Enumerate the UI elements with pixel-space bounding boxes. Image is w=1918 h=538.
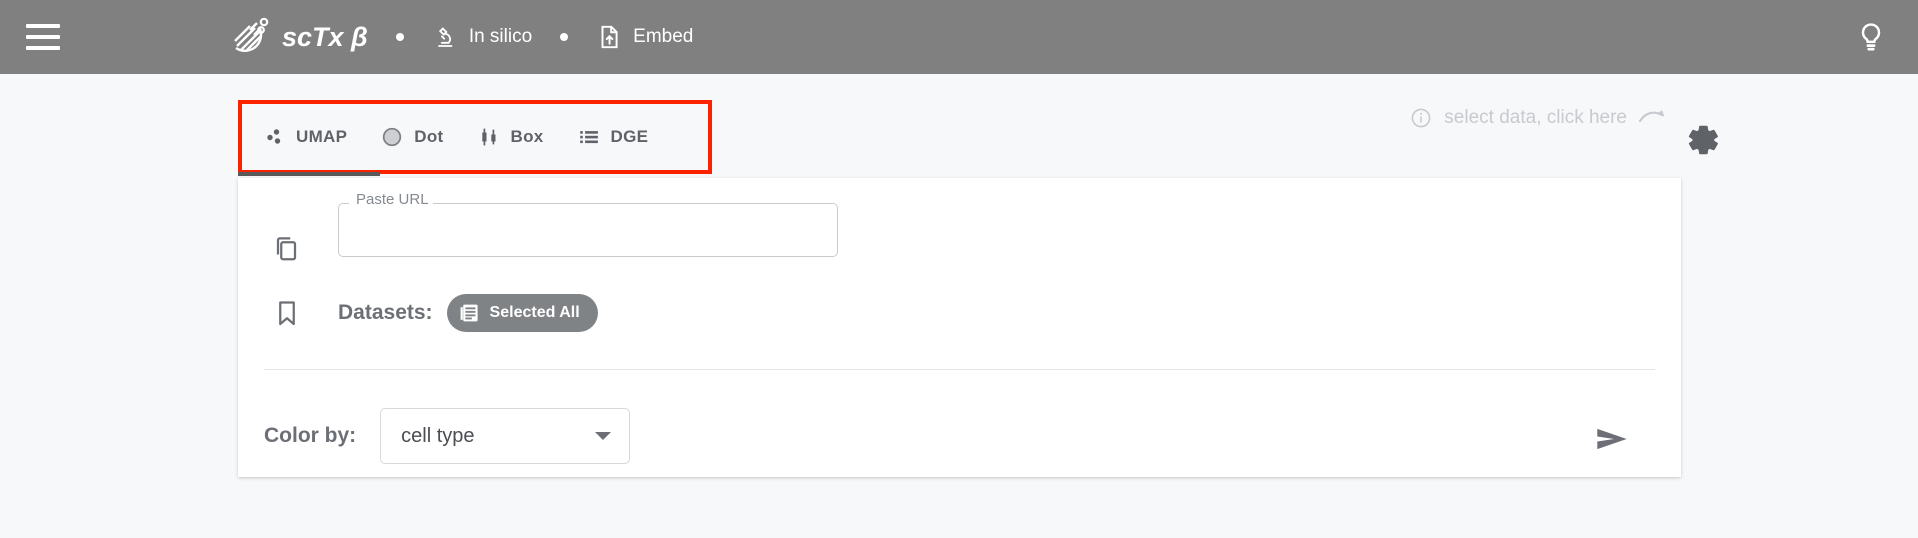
brand-nav-group: scTx β In silico Embed xyxy=(228,15,693,59)
send-arrow-icon[interactable] xyxy=(1591,418,1633,460)
gear-icon[interactable] xyxy=(1683,120,1723,160)
tab-dge[interactable]: DGE xyxy=(577,104,649,170)
curved-arrow-icon xyxy=(1638,110,1665,123)
color-by-label: Color by: xyxy=(264,424,357,447)
paste-url-input[interactable] xyxy=(338,203,838,257)
view-tabs-highlight-box: UMAP Dot Box DGE xyxy=(238,100,712,174)
data-source-card: Paste URL Datasets: Selected All Color b… xyxy=(238,178,1681,477)
bulleted-list-icon xyxy=(579,131,598,144)
tab-label: DGE xyxy=(610,127,649,146)
tab-label: UMAP xyxy=(296,127,348,146)
nav-label: Embed xyxy=(633,26,694,47)
nav-item-in-silico[interactable]: In silico xyxy=(432,24,532,50)
file-upload-icon xyxy=(601,25,618,49)
circle-icon xyxy=(383,127,402,147)
info-circle-icon xyxy=(1411,108,1431,128)
datasets-chip[interactable]: Selected All xyxy=(446,294,598,332)
scatter-dots-icon xyxy=(267,129,281,144)
app-header: scTx β In silico Embed xyxy=(0,0,1918,74)
hamburger-bar xyxy=(26,35,60,39)
active-tab-indicator xyxy=(238,172,380,176)
nav-separator-dot xyxy=(395,33,404,41)
nav-separator-dot xyxy=(560,33,569,41)
hamburger-bar xyxy=(26,24,60,28)
article-icon xyxy=(460,304,478,322)
nav-label: In silico xyxy=(468,26,533,47)
tab-box[interactable]: Box xyxy=(477,104,544,170)
microscope-icon xyxy=(437,27,453,47)
color-by-row: Color by: cell type xyxy=(264,408,631,464)
copy-icon[interactable] xyxy=(272,233,302,263)
tab-label: Box xyxy=(510,127,544,146)
paste-url-field[interactable]: Paste URL xyxy=(338,191,838,257)
lightbulb-icon[interactable] xyxy=(1854,20,1888,54)
hint-text: select data, click here xyxy=(1444,107,1627,128)
datasets-label: Datasets: xyxy=(338,301,433,324)
tab-umap[interactable]: UMAP xyxy=(262,104,347,170)
bookmark-icon[interactable] xyxy=(272,298,302,328)
nav-item-embed[interactable]: Embed xyxy=(596,24,693,50)
paste-url-row: Paste URL xyxy=(272,191,838,263)
color-by-select[interactable]: cell type xyxy=(380,408,631,464)
chevron-down-icon xyxy=(595,432,612,440)
select-data-hint: select data, click here xyxy=(1409,106,1668,130)
view-tabs: UMAP Dot Box DGE xyxy=(242,104,708,170)
tab-label: Dot xyxy=(414,127,444,146)
chip-label: Selected All xyxy=(489,304,580,321)
datasets-row: Datasets: Selected All xyxy=(272,294,598,332)
boxplot-icon xyxy=(481,128,495,146)
card-divider xyxy=(264,369,1655,370)
brand-title[interactable]: scTx β xyxy=(282,22,368,53)
hamburger-bar xyxy=(26,46,60,50)
hamburger-menu-icon[interactable] xyxy=(26,24,60,50)
tab-dot[interactable]: Dot xyxy=(380,104,443,170)
sctx-logo-icon[interactable] xyxy=(228,15,272,59)
color-by-value: cell type xyxy=(401,424,475,447)
